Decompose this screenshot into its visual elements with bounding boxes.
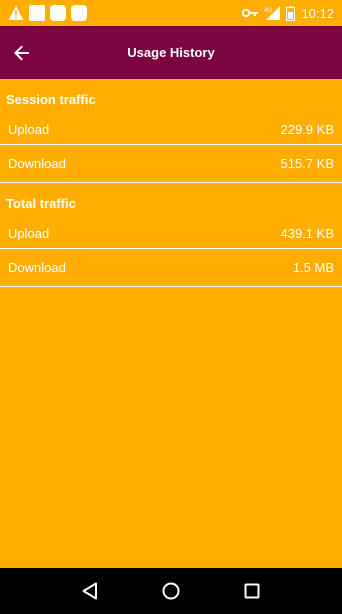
list-item: Download 515.7 KB: [0, 145, 342, 183]
warning-icon: [8, 6, 24, 20]
list-item: Download 1.5 MB: [0, 249, 342, 287]
row-label: Upload: [8, 122, 50, 137]
nav-back-button[interactable]: [70, 571, 110, 611]
app-bar: Usage History: [0, 26, 342, 79]
section-header-total: Total traffic: [6, 196, 76, 211]
row-value: 515.7 KB: [280, 156, 335, 171]
usage-content: Session traffic Upload 229.9 KB Download…: [0, 79, 342, 287]
status-notifications: [8, 5, 87, 21]
battery-icon: [286, 5, 296, 21]
recents-square-icon: [244, 583, 260, 599]
list-item: Upload 439.1 KB: [0, 219, 342, 249]
row-value: 1.5 MB: [292, 260, 334, 275]
section-header-session: Session traffic: [6, 92, 96, 107]
row-label: Download: [8, 260, 66, 275]
row-label: Download: [8, 156, 66, 171]
list-item: Upload 229.9 KB: [0, 115, 342, 145]
notification-icon: [71, 5, 87, 21]
vpn-key-icon: [242, 8, 259, 18]
page-title: Usage History: [127, 45, 215, 60]
back-triangle-icon: [82, 582, 98, 600]
back-button[interactable]: [0, 26, 44, 79]
arrow-back-icon: [14, 45, 29, 60]
row-label: Upload: [8, 226, 50, 241]
notification-icon: [29, 5, 45, 21]
system-nav-bar: [0, 568, 342, 614]
row-value: 439.1 KB: [280, 226, 335, 241]
status-system-icons: 4G 10:12: [242, 5, 334, 21]
network-type-label: 4G: [264, 8, 272, 14]
signal-icon: 4G: [264, 6, 281, 20]
notification-icon: [50, 5, 66, 21]
status-bar: 4G 10:12: [0, 0, 342, 26]
nav-home-button[interactable]: [151, 571, 191, 611]
row-value: 229.9 KB: [280, 122, 335, 137]
nav-recents-button[interactable]: [232, 571, 272, 611]
home-circle-icon: [162, 582, 180, 600]
status-time: 10:12: [301, 5, 334, 21]
